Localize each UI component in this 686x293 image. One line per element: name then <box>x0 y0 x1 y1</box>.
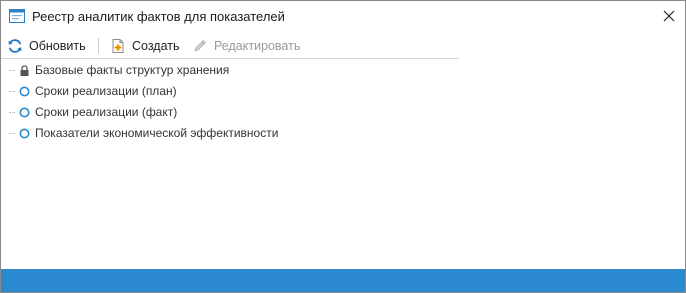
window-icon <box>9 9 25 23</box>
tree-connector <box>9 91 15 92</box>
pencil-icon <box>192 38 208 54</box>
dialog-window: Реестр аналитик фактов для показателей О… <box>0 0 686 293</box>
edit-label: Редактировать <box>214 39 301 53</box>
tree-item-base-facts[interactable]: Базовые факты структур хранения <box>1 60 685 81</box>
analytics-tree: Базовые факты структур хранения Сроки ре… <box>1 60 685 144</box>
circle-icon <box>19 107 30 118</box>
new-document-icon <box>110 38 126 54</box>
create-button[interactable]: Создать <box>110 36 180 56</box>
tree-item-label: Базовые факты структур хранения <box>35 63 230 77</box>
window-title: Реестр аналитик фактов для показателей <box>32 9 285 24</box>
tree-item-label: Сроки реализации (факт) <box>35 105 178 119</box>
tree-item-efficiency[interactable]: Показатели экономической эффективности <box>1 123 685 144</box>
title-bar: Реестр аналитик фактов для показателей <box>1 1 685 32</box>
refresh-icon <box>7 38 23 54</box>
tree-connector <box>9 133 15 134</box>
tree-item-plan-dates[interactable]: Сроки реализации (план) <box>1 81 685 102</box>
tree-connector <box>9 112 15 113</box>
close-icon <box>663 10 675 22</box>
create-label: Создать <box>132 39 180 53</box>
toolbar-separator <box>98 38 99 54</box>
circle-icon <box>19 86 30 97</box>
tree-connector <box>9 70 15 71</box>
tree-item-label: Сроки реализации (план) <box>35 84 177 98</box>
lock-icon <box>19 65 30 76</box>
refresh-label: Обновить <box>29 39 86 53</box>
edit-button[interactable]: Редактировать <box>192 36 300 56</box>
circle-icon <box>19 128 30 139</box>
tree-item-fact-dates[interactable]: Сроки реализации (факт) <box>1 102 685 123</box>
toolbar: Обновить Создать Редактировать <box>1 33 459 59</box>
status-bar <box>1 269 685 292</box>
tree-item-label: Показатели экономической эффективности <box>35 126 279 140</box>
close-button[interactable] <box>659 6 679 26</box>
refresh-button[interactable]: Обновить <box>7 36 86 56</box>
